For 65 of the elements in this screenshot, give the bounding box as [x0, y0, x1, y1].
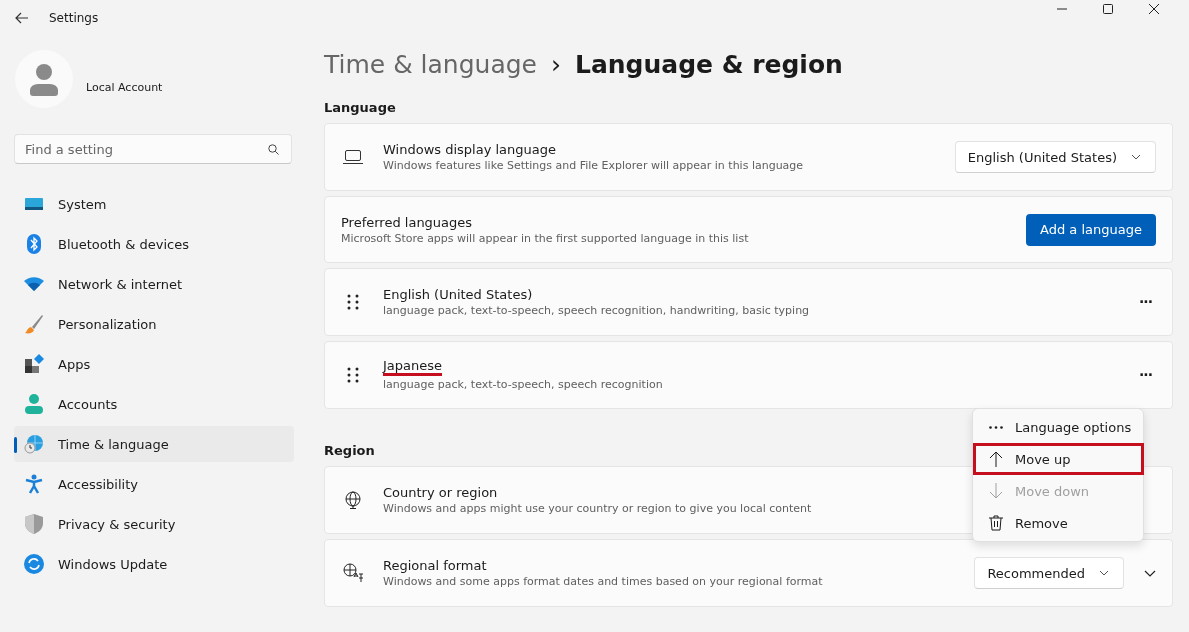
trash-icon [989, 515, 1003, 531]
sidebar-item[interactable]: Accounts [14, 386, 294, 422]
chevron-down-icon [1131, 154, 1141, 160]
monitor-icon [24, 196, 44, 212]
arrow-down-icon [989, 483, 1003, 499]
sidebar-item[interactable]: Bluetooth & devices [14, 226, 294, 262]
language-features: language pack, text-to-speech, speech recognition, handwriting, basic typing [383, 304, 811, 317]
update-icon [24, 554, 44, 574]
setting-title: Preferred languages [341, 214, 473, 230]
sidebar-item[interactable]: Network & internet [14, 266, 294, 302]
globe-clock-icon [24, 434, 44, 454]
wifi-icon [24, 277, 44, 291]
format-dropdown[interactable]: Recommended [974, 557, 1124, 589]
setting-description: Windows and apps might use your country or region to give you local content [383, 502, 813, 515]
page-title: Language & region [574, 50, 843, 79]
language-dropdown[interactable]: English (United States) [954, 141, 1156, 173]
accessibility-person-icon [24, 474, 44, 494]
close-icon[interactable] [1149, 4, 1159, 14]
expand-chevron-icon[interactable] [1144, 569, 1156, 577]
menu-item[interactable]: Language options [973, 411, 1143, 443]
language-features: language pack, text-to-speech, speech recognition [383, 378, 664, 391]
window-title: Settings [49, 11, 99, 25]
sidebar-item[interactable]: Privacy & security [14, 506, 294, 542]
maximize-icon[interactable] [1103, 4, 1113, 14]
sidebar-item[interactable]: Time & language [14, 426, 294, 462]
sidebar-item[interactable]: Apps [14, 346, 294, 382]
breadcrumb-parent[interactable]: Time & language [324, 50, 537, 79]
account-name: Local Account [86, 80, 163, 94]
more-options-button[interactable]: ··· [1139, 294, 1152, 310]
globe-icon [343, 491, 363, 509]
sidebar-item[interactable]: System [14, 186, 294, 222]
setting-description: Windows and some apps format dates and times based on your regional format [383, 575, 824, 588]
setting-title: Country or region [383, 485, 498, 500]
add-language-button[interactable]: Add a language [1026, 213, 1156, 246]
ellipsis-icon [989, 425, 1003, 429]
shield-icon [24, 514, 44, 534]
arrow-up-icon [989, 451, 1003, 467]
search-icon [268, 144, 279, 155]
sidebar-item[interactable]: Personalization [14, 306, 294, 342]
section-heading: Region [324, 443, 376, 458]
drag-handle-icon[interactable] [347, 294, 359, 310]
chevron-down-icon [1099, 570, 1109, 576]
setting-title: Windows display language [383, 142, 556, 157]
drag-handle-icon[interactable] [347, 367, 359, 383]
section-heading: Language [324, 100, 397, 115]
paintbrush-icon [24, 314, 44, 334]
setting-description: Microsoft Store apps will appear in the first supported language in this list [341, 231, 750, 245]
person-icon [24, 394, 44, 414]
breadcrumb-separator: › [550, 50, 561, 79]
avatar-icon [15, 50, 73, 108]
setting-description: Windows features like Settings and File Explorer will appear in this language [383, 159, 805, 172]
menu-item[interactable]: Remove [973, 507, 1143, 539]
more-options-button[interactable]: ··· [1139, 367, 1152, 383]
menu-item[interactable]: Move up [973, 443, 1144, 475]
sidebar-item[interactable]: Accessibility [14, 466, 294, 502]
bluetooth-icon [24, 234, 44, 254]
back-arrow-icon[interactable] [15, 12, 29, 24]
search-field[interactable]: Find a setting [14, 134, 292, 164]
apps-icon [24, 354, 44, 374]
sidebar-item[interactable]: Windows Update [14, 546, 294, 582]
globe-character-icon [343, 563, 363, 583]
laptop-icon [343, 150, 363, 164]
setting-title: Regional format [383, 558, 487, 573]
language-name: English (United States) [383, 287, 533, 302]
language-name: Japanese [383, 359, 443, 376]
